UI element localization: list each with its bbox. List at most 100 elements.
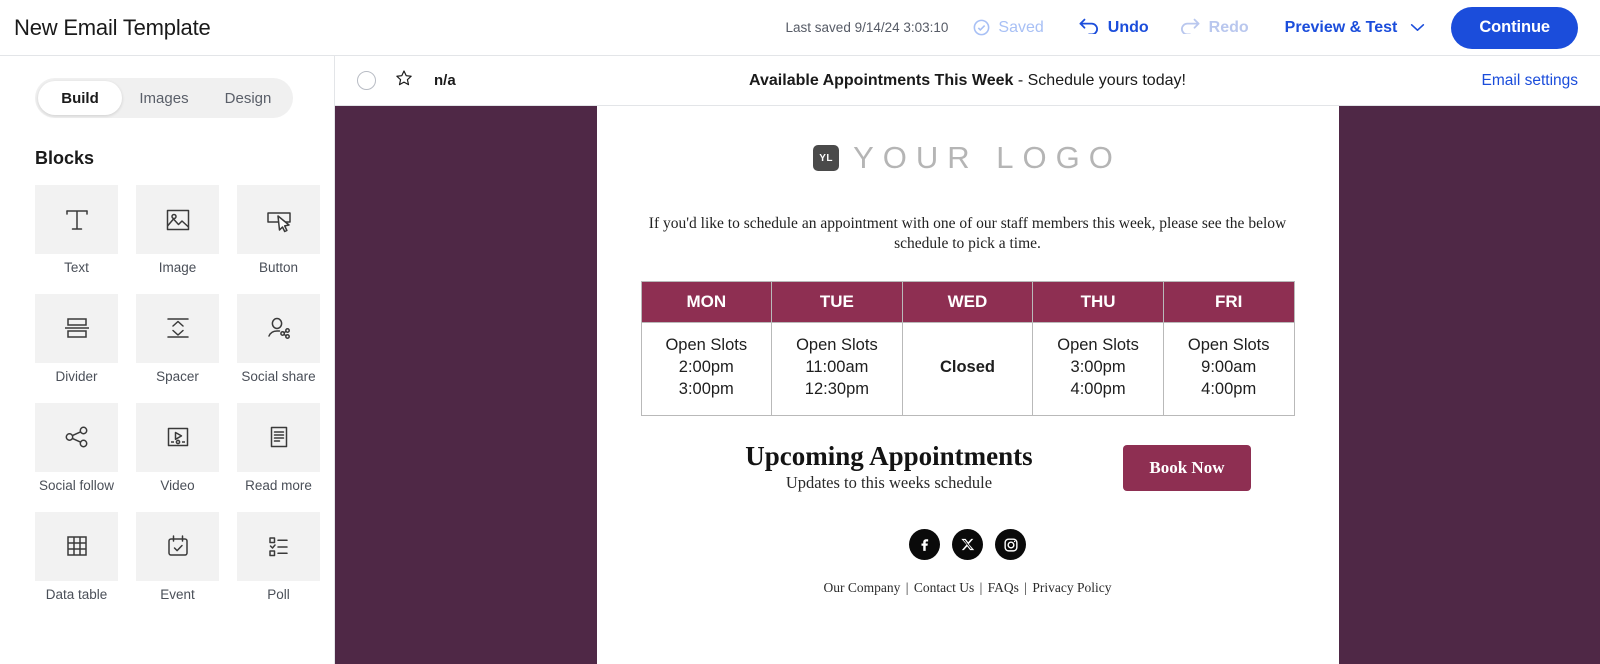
tab-images[interactable]: Images <box>122 81 206 115</box>
redo-icon <box>1179 16 1201 39</box>
blocks-section-title: Blocks <box>35 148 95 168</box>
slot-time: 3:00pm <box>678 379 734 398</box>
block-data-table[interactable]: Data table <box>35 511 118 603</box>
logo-text: YOUR LOGO <box>853 140 1122 175</box>
block-divider[interactable]: Divider <box>35 293 118 385</box>
email-preview-header: n/a Available Appointments This Week - S… <box>335 56 1600 106</box>
table-row: Open Slots 2:00pm 3:00pm Open Slots 11:0… <box>640 321 1295 416</box>
block-button[interactable]: Button <box>237 185 320 276</box>
block-poll[interactable]: Poll <box>237 511 320 603</box>
saved-label: Saved <box>998 18 1044 36</box>
block-event[interactable]: Event <box>136 511 219 603</box>
divider-icon <box>61 312 93 344</box>
footer-link-faqs[interactable]: FAQs <box>988 580 1019 595</box>
blocks-grid: Text Image Button Divider Spacer Social … <box>35 185 320 603</box>
event-icon <box>162 530 194 562</box>
logo-mark-icon: YL <box>813 145 840 171</box>
poll-icon <box>263 530 295 562</box>
spacer-icon <box>162 312 194 344</box>
block-text-tile[interactable] <box>35 185 118 254</box>
slot-time: 4:00pm <box>1201 379 1257 398</box>
facebook-icon[interactable] <box>909 529 940 561</box>
x-twitter-icon[interactable] <box>952 529 983 561</box>
block-video[interactable]: Video <box>136 402 219 494</box>
editor-body: Build Images Design Blocks Text Image Bu… <box>0 56 1600 664</box>
email-stage: YL YOUR LOGO If you'd like to schedule a… <box>335 106 1600 664</box>
schedule-day-thu: THU <box>1032 280 1164 323</box>
social-share-icon <box>263 312 295 344</box>
video-icon <box>162 421 194 453</box>
block-image[interactable]: Image <box>136 185 219 276</box>
sender-name: n/a <box>434 72 456 89</box>
slot-title: Open Slots <box>1057 335 1139 354</box>
block-social-share[interactable]: Social share <box>237 293 320 385</box>
block-text-label: Text <box>64 260 89 275</box>
slot-time: 11:00am <box>805 357 869 376</box>
redo-button[interactable]: Redo <box>1179 16 1249 39</box>
block-spacer[interactable]: Spacer <box>136 293 219 385</box>
email-settings-link[interactable]: Email settings <box>1482 72 1578 90</box>
footer-link-our-company[interactable]: Our Company <box>824 580 901 595</box>
block-social-follow-label: Social follow <box>38 477 115 493</box>
block-data-table-label: Data table <box>45 586 108 602</box>
slot-time: 2:00pm <box>678 357 734 376</box>
footer-link-privacy-policy[interactable]: Privacy Policy <box>1032 580 1111 595</box>
footer-separator: | <box>1024 580 1027 596</box>
footer-separator: | <box>905 580 909 596</box>
block-read-more-tile[interactable] <box>237 402 320 472</box>
last-saved-status: Last saved 9/14/24 3:03:10 <box>785 20 949 35</box>
footer-separator: | <box>979 580 983 596</box>
tab-design[interactable]: Design <box>206 81 290 115</box>
block-poll-label: Poll <box>267 586 290 602</box>
block-social-follow[interactable]: Social follow <box>35 402 118 494</box>
upcoming-section: Upcoming Appointments Updates to this we… <box>597 416 1339 494</box>
slot-time: 12:30pm <box>804 379 869 398</box>
footer-links: Our Company | Contact Us | FAQs | Privac… <box>597 580 1339 596</box>
avatar-placeholder-icon[interactable] <box>357 71 376 90</box>
instagram-icon[interactable] <box>995 529 1026 561</box>
schedule-day-mon: MON <box>640 280 773 323</box>
block-spacer-tile[interactable] <box>136 293 219 363</box>
block-data-table-tile[interactable] <box>35 511 118 581</box>
toolbar-actions: Last saved 9/14/24 3:03:10 Saved Undo Re… <box>785 6 1578 49</box>
block-poll-tile[interactable] <box>237 511 320 581</box>
continue-button[interactable]: Continue <box>1451 6 1578 49</box>
schedule-day-fri: FRI <box>1162 280 1295 323</box>
block-social-share-tile[interactable] <box>237 293 320 363</box>
schedule-cell-fri: Open Slots 9:00am 4:00pm <box>1162 321 1295 416</box>
slot-title: Open Slots <box>796 335 878 354</box>
undo-label: Undo <box>1107 18 1149 36</box>
block-divider-tile[interactable] <box>35 293 118 363</box>
block-button-label: Button <box>258 260 299 275</box>
star-icon[interactable] <box>394 68 414 93</box>
block-text[interactable]: Text <box>35 185 118 276</box>
block-image-tile[interactable] <box>136 185 219 254</box>
schedule-day-wed: WED <box>901 280 1034 323</box>
schedule-table[interactable]: MON TUE WED THU FRI Open Slots 2:00pm 3:… <box>640 280 1295 416</box>
block-divider-label: Divider <box>55 368 98 384</box>
upcoming-heading: Upcoming Appointments <box>745 440 1033 471</box>
block-spacer-label: Spacer <box>156 368 199 384</box>
block-social-follow-tile[interactable] <box>35 402 118 472</box>
block-event-tile[interactable] <box>136 511 219 581</box>
page-title: New Email Template <box>14 14 211 40</box>
preview-test-label: Preview & Test <box>1284 18 1398 36</box>
saved-indicator: Saved <box>972 18 1044 37</box>
book-now-button[interactable]: Book Now <box>1123 444 1251 491</box>
slot-title: Open Slots <box>665 335 748 354</box>
undo-button[interactable]: Undo <box>1078 16 1149 39</box>
block-image-label: Image <box>158 260 197 275</box>
block-social-share-label: Social share <box>241 368 316 384</box>
tab-build[interactable]: Build <box>38 81 122 115</box>
block-video-label: Video <box>160 477 195 493</box>
block-button-tile[interactable] <box>237 185 320 254</box>
social-follow-icon <box>61 421 93 453</box>
footer-link-contact-us[interactable]: Contact Us <box>914 580 974 595</box>
schedule-cell-wed: Closed <box>901 321 1034 416</box>
email-logo[interactable]: YL YOUR LOGO <box>597 140 1339 176</box>
slot-title: Open Slots <box>1187 335 1270 354</box>
upcoming-subheading: Updates to this weeks schedule <box>785 473 993 493</box>
preview-and-test-menu[interactable]: Preview & Test <box>1285 19 1426 37</box>
block-read-more[interactable]: Read more <box>237 402 320 494</box>
block-video-tile[interactable] <box>136 402 219 472</box>
